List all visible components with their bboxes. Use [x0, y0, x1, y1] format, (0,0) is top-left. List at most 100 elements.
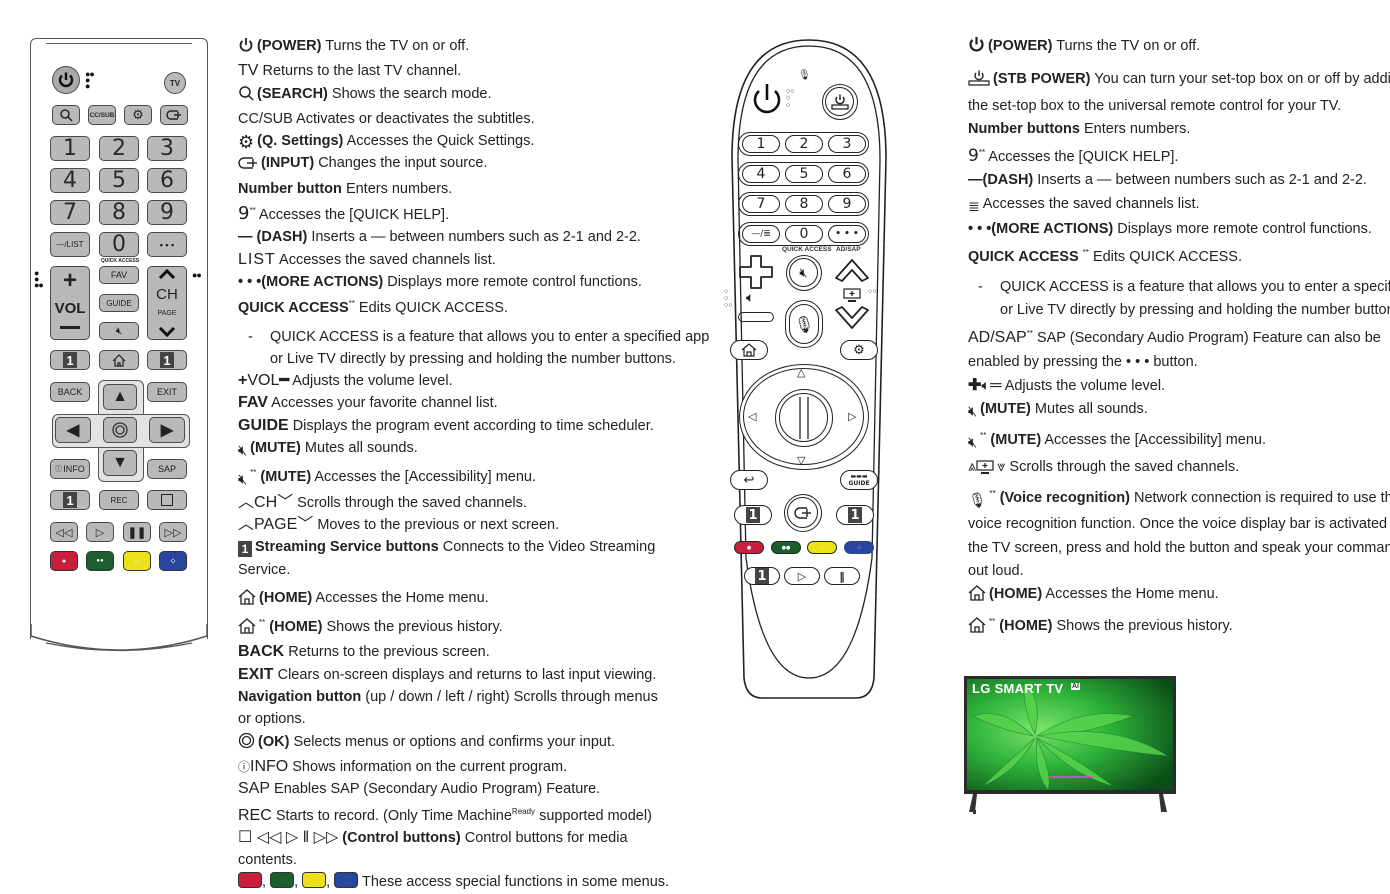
wheel-ok-button[interactable]	[775, 389, 833, 447]
streaming-button-right[interactable]: 1	[147, 350, 187, 370]
number-button-0[interactable]: 0	[785, 225, 823, 243]
list-button[interactable]: —/LIST	[50, 232, 90, 257]
chevron-down-icon: ﹀	[297, 515, 314, 533]
number-button-8[interactable]: 8	[785, 195, 823, 213]
rewind-button[interactable]: ◁◁	[50, 522, 78, 542]
streaming-button-bottom[interactable]: 1	[744, 567, 780, 585]
number-button-9[interactable]: 9	[828, 195, 866, 213]
legend-desc: Accesses the [QUICK HELP].	[258, 207, 450, 224]
input-button[interactable]	[160, 105, 188, 125]
number-button-3[interactable]: 3	[828, 135, 866, 153]
more-actions-button[interactable]: • • •	[828, 225, 866, 243]
number-button-6[interactable]: 6	[147, 168, 187, 193]
green-button[interactable]: ●●	[86, 551, 114, 571]
settings-button[interactable]: ⚙	[124, 105, 152, 125]
braille-dots-power: ●● ● ●	[85, 69, 95, 91]
long-press-marker: **	[978, 148, 986, 158]
number-button-3[interactable]: 3	[147, 136, 187, 161]
sap-button[interactable]: SAP	[147, 459, 187, 479]
streaming-button-left[interactable]: 1	[50, 350, 90, 370]
number-button-9[interactable]: 9	[147, 200, 187, 225]
dpad-right-button[interactable]: ▶	[149, 417, 185, 443]
streaming-button-bottom[interactable]: 1	[50, 490, 90, 510]
power-button[interactable]	[751, 82, 783, 121]
number-button-5[interactable]: 5	[785, 165, 823, 183]
number-button-7[interactable]: 7	[742, 195, 780, 213]
guide-button[interactable]: GUIDE	[99, 294, 139, 312]
chevron-up-icon: ︿	[238, 493, 255, 511]
red-button[interactable]: ●	[734, 541, 764, 554]
settings-button[interactable]: ⚙	[840, 340, 878, 360]
rec-button[interactable]: REC	[99, 490, 139, 510]
number-button-1[interactable]: 1	[50, 136, 90, 161]
nav-right-button[interactable]: ▷	[848, 410, 856, 423]
power-icon	[238, 37, 254, 60]
exit-button[interactable]: EXIT	[147, 382, 187, 402]
legend-key: VOL	[247, 372, 280, 390]
back-button[interactable]: BACK	[50, 382, 90, 402]
blue-button[interactable]: ⁘	[159, 551, 187, 571]
mute-button[interactable]: 🔇︎	[99, 322, 139, 340]
ok-button[interactable]	[103, 417, 137, 443]
dpad-left-button[interactable]: ◀	[55, 417, 91, 443]
number-button-6[interactable]: 6	[828, 165, 866, 183]
tv-button[interactable]: TV	[164, 72, 186, 94]
home-button[interactable]	[730, 340, 768, 360]
nav-down-button[interactable]: ▽	[797, 454, 805, 467]
dpad-up-button[interactable]: ▲	[103, 384, 137, 410]
number-button-1[interactable]: 1	[742, 135, 780, 153]
fav-button[interactable]: FAV	[99, 266, 139, 284]
channel-up-button[interactable]	[834, 256, 870, 287]
voice-button[interactable]: 🎙︎	[785, 300, 823, 348]
info-button[interactable]: ⓘ INFO	[50, 459, 90, 479]
play-button[interactable]: ▷	[86, 522, 114, 542]
legend-item: ⩓ ⩔ Scrolls through the saved channels.	[968, 456, 1390, 482]
more-actions-button[interactable]: • • •	[147, 232, 187, 257]
pause-button[interactable]: ‖	[824, 567, 860, 585]
red-button[interactable]: ●	[50, 551, 78, 571]
fast-forward-button[interactable]: ▷▷	[159, 522, 187, 542]
dpad-down-button[interactable]: ▼	[103, 450, 137, 476]
volume-rocker[interactable]: + VOL	[50, 266, 90, 340]
number-button-8[interactable]: 8	[99, 200, 139, 225]
pause-button[interactable]: ❚❚	[123, 522, 151, 542]
channel-down-button[interactable]	[834, 306, 870, 337]
search-button[interactable]	[52, 105, 80, 125]
legend-key: EXIT	[238, 665, 274, 683]
legend-item: the TV screen, press and hold the button…	[968, 537, 1390, 560]
back-label: BACK	[57, 387, 83, 397]
nav-left-button[interactable]: ◁	[748, 410, 756, 423]
number-button-2[interactable]: 2	[785, 135, 823, 153]
ccsub-button[interactable]: CC/SUB	[88, 105, 116, 125]
back-button[interactable]: ↩	[730, 470, 768, 490]
nav-up-button[interactable]: △	[797, 366, 805, 379]
input-button[interactable]	[784, 494, 822, 532]
streaming-button-right[interactable]: 1	[836, 505, 874, 525]
stb-power-button[interactable]	[822, 84, 858, 120]
home-button[interactable]	[99, 350, 139, 370]
power-icon	[753, 84, 781, 114]
channel-rocker[interactable]: CH PAGE	[147, 266, 187, 340]
volume-down-button[interactable]	[738, 312, 774, 322]
legend-item: ⚙ (Q. Settings) Accesses the Quick Settin…	[238, 130, 709, 152]
number-button-0[interactable]: 0	[99, 232, 139, 257]
number-button-4[interactable]: 4	[742, 165, 780, 183]
number-button-2[interactable]: 2	[99, 136, 139, 161]
play-button[interactable]: ▷	[784, 567, 820, 585]
number-button-7[interactable]: 7	[50, 200, 90, 225]
number-button-4[interactable]: 4	[50, 168, 90, 193]
yellow-button[interactable]: ∴	[123, 551, 151, 571]
volume-up-button[interactable]	[738, 254, 774, 295]
stop-button[interactable]	[147, 490, 187, 510]
guide-button[interactable]: ▬▬▬ GUIDE	[840, 470, 878, 490]
mute-button[interactable]: 🔇︎	[786, 255, 822, 291]
power-button[interactable]	[52, 66, 80, 94]
streaming-button-left[interactable]: 1	[734, 505, 772, 525]
green-button[interactable]: ●●	[771, 541, 801, 554]
number-button-5[interactable]: 5	[99, 168, 139, 193]
legend-item: 9** Accesses the [QUICK HELP].	[238, 200, 709, 226]
blue-button[interactable]: ⁘	[844, 541, 874, 554]
list-button[interactable]: —/≣	[742, 225, 780, 243]
legend-key: (POWER)	[257, 38, 322, 54]
yellow-button[interactable]: ∴	[807, 541, 837, 554]
